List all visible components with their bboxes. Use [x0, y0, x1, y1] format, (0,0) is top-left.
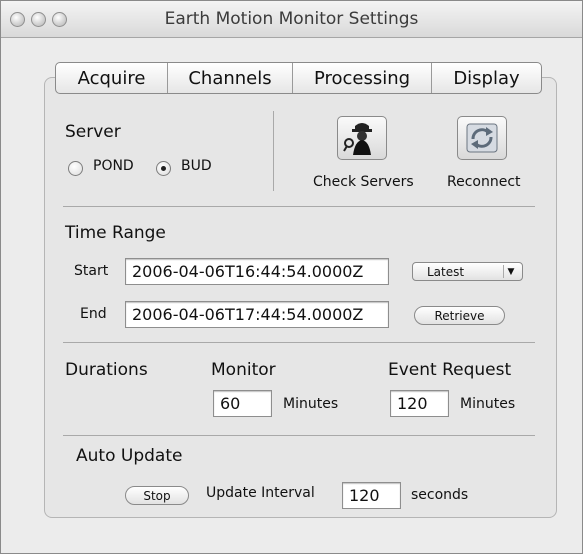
durations-heading: Durations — [65, 360, 148, 380]
monitor-duration-input[interactable]: 60 — [213, 390, 272, 417]
end-time-input[interactable]: 2006-04-06T17:44:54.0000Z — [125, 301, 389, 328]
monitor-unit-label: Minutes — [283, 396, 339, 412]
radio-pond[interactable] — [68, 161, 83, 176]
check-servers-button[interactable] — [337, 116, 387, 160]
title-bar: Earth Motion Monitor Settings — [1, 1, 582, 38]
retrieve-button[interactable]: Retrieve — [414, 306, 505, 325]
tab-display[interactable]: Display — [432, 63, 541, 93]
auto-update-heading: Auto Update — [76, 446, 183, 466]
latest-dropdown[interactable]: Latest ▼ — [412, 262, 523, 281]
event-request-input[interactable]: 120 — [390, 390, 449, 417]
end-label: End — [80, 306, 107, 322]
time-range-heading: Time Range — [65, 223, 166, 243]
check-servers-label: Check Servers — [313, 174, 414, 190]
server-divider — [273, 111, 274, 191]
tab-processing[interactable]: Processing — [293, 63, 432, 93]
reconnect-button[interactable] — [457, 116, 507, 160]
chevron-down-icon: ▼ — [503, 265, 518, 278]
start-label: Start — [74, 263, 109, 279]
monitor-label: Monitor — [211, 360, 276, 380]
start-time-input[interactable]: 2006-04-06T16:44:54.0000Z — [125, 258, 389, 285]
event-request-unit-label: Minutes — [460, 396, 516, 412]
radio-pond-label: POND — [93, 158, 134, 174]
tab-acquire[interactable]: Acquire — [56, 63, 168, 93]
detective-icon — [343, 123, 372, 155]
reconnect-label: Reconnect — [447, 174, 521, 190]
section-separator-1 — [63, 206, 535, 207]
radio-bud[interactable] — [156, 161, 171, 176]
radio-bud-label: BUD — [181, 158, 212, 174]
tab-channels[interactable]: Channels — [168, 63, 293, 93]
update-interval-label: Update Interval — [206, 485, 315, 501]
latest-dropdown-label: Latest — [427, 265, 465, 279]
tab-bar: Acquire Channels Processing Display — [55, 62, 542, 94]
update-interval-input[interactable]: 120 — [342, 482, 401, 509]
event-request-label: Event Request — [388, 360, 512, 380]
section-separator-3 — [63, 435, 535, 436]
stop-button[interactable]: Stop — [125, 486, 189, 505]
window-title: Earth Motion Monitor Settings — [164, 9, 419, 29]
sync-icon — [466, 123, 498, 153]
server-heading: Server — [65, 122, 121, 142]
section-separator-2 — [63, 342, 535, 343]
update-interval-unit-label: seconds — [411, 487, 469, 503]
radio-bud-selected-dot — [161, 166, 166, 171]
settings-window: Earth Motion Monitor Settings Acquire Ch… — [0, 0, 583, 554]
